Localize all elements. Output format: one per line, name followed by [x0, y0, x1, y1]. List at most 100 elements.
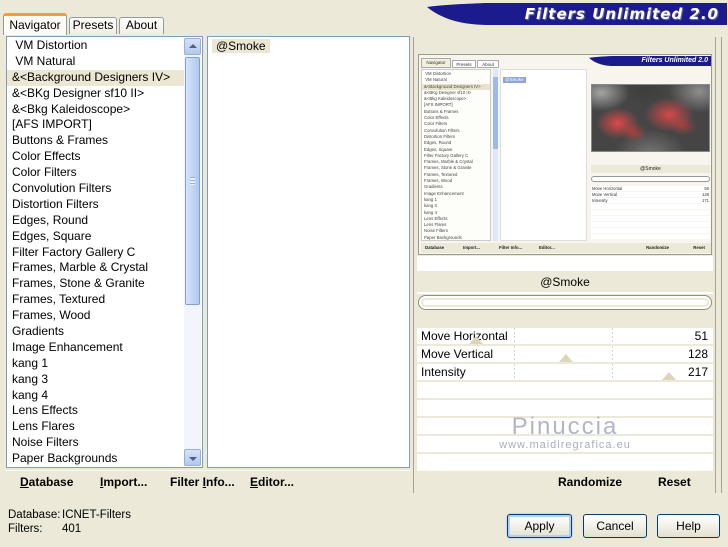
help-button[interactable]: Help: [657, 514, 720, 538]
scrollbar-thumb[interactable]: [185, 57, 200, 305]
category-item[interactable]: &<Background Designers IV>: [7, 69, 184, 86]
mini-banner-title: Filters Unlimited 2.0: [641, 57, 708, 64]
category-item[interactable]: Distortion Filters: [7, 197, 184, 213]
filters-unlimited-dialog: { "window": { "banner_title": "Filters U…: [0, 0, 728, 547]
mini-filter-name-bar: @Smoke: [591, 165, 710, 173]
category-item[interactable]: kang 4: [7, 388, 184, 404]
mini-tab-navigator: Navigator: [421, 58, 451, 68]
smoke-preview-image: [591, 84, 710, 152]
category-item[interactable]: Lens Flares: [7, 419, 184, 435]
empty-row: [591, 222, 710, 227]
empty-row: [591, 234, 710, 239]
category-list: VM Distortion VM Natural &<Background Des…: [7, 38, 184, 467]
slider-row: Move Horizontal 56: [591, 186, 710, 191]
mini-reset-button: Reset: [693, 245, 705, 250]
mini-tab-presets: Presets: [452, 60, 476, 68]
category-item[interactable]: Image Enhancement: [7, 340, 184, 356]
tab-about[interactable]: About: [119, 17, 164, 34]
category-item[interactable]: Frames, Wood: [7, 308, 184, 324]
tab-presets[interactable]: Presets: [69, 17, 117, 34]
mini-category-list: VM Distortion VM Natural &<Background Des…: [421, 69, 491, 241]
mini-menu-editor: Editor...: [539, 245, 555, 250]
filter-info-button[interactable]: Filter Info...: [170, 471, 235, 493]
spacer: [417, 256, 713, 271]
category-item[interactable]: &<Bkg Kaleidoscope>: [7, 102, 184, 118]
randomize-button[interactable]: Randomize: [558, 471, 622, 493]
editor-button[interactable]: Editor...: [250, 471, 294, 493]
category-item[interactable]: Edges, Square: [7, 229, 184, 245]
category-item[interactable]: Filter Factory Gallery C: [7, 245, 184, 261]
category-item[interactable]: &<BKg Designer sf10 II>: [7, 86, 184, 102]
category-item[interactable]: VM Natural: [7, 54, 184, 70]
category-item[interactable]: Edges, Round: [7, 213, 184, 229]
right-edge-strip: [715, 37, 722, 493]
category-item[interactable]: Gradients: [7, 324, 184, 340]
category-item[interactable]: Paper Backgrounds: [7, 451, 184, 467]
filter-listbox[interactable]: @Smoke: [207, 36, 410, 468]
mini-filter-list: @Smoke: [500, 69, 587, 241]
slider-thumb-icon[interactable]: [469, 336, 484, 344]
filter-name-bar: @Smoke: [417, 272, 713, 292]
category-item[interactable]: Color Effects: [7, 149, 184, 165]
mini-scrollbar: [493, 69, 498, 241]
preview-button-bar: Randomize Reset: [417, 470, 713, 493]
category-item[interactable]: kang 3: [7, 372, 184, 388]
empty-row: [591, 210, 710, 215]
category-item[interactable]: kang 1: [7, 356, 184, 372]
cancel-button[interactable]: Cancel: [583, 514, 647, 538]
mini-filter-item-smoke: @Smoke: [503, 77, 526, 83]
filters-count-label: Filters:: [8, 523, 43, 535]
slider-thumb-icon[interactable]: [661, 372, 676, 380]
category-item[interactable]: Frames, Textured: [7, 292, 184, 308]
category-listbox[interactable]: VM Distortion VM Natural &<Background Des…: [6, 36, 203, 468]
empty-row: [417, 454, 713, 470]
reset-button[interactable]: Reset: [658, 471, 691, 493]
watermark-url: www.maidiregrafica.eu: [499, 439, 631, 451]
mini-menu-database: Database: [425, 245, 445, 250]
mini-menu-import: Import...: [463, 245, 480, 250]
category-item[interactable]: Convolution Filters: [7, 181, 184, 197]
category-item: Paper Backgrounds: [424, 234, 462, 240]
tab-about-label: About: [125, 18, 158, 32]
import-button[interactable]: Import...: [100, 471, 147, 493]
banner-title: Filters Unlimited 2.0: [524, 5, 719, 23]
empty-row: [591, 204, 710, 209]
scroll-up-icon[interactable]: [184, 38, 201, 55]
scroll-down-icon[interactable]: [184, 449, 201, 466]
tab-presets-label: Presets: [72, 18, 114, 32]
mini-bottom-bar: Database Import... Filter Info... Editor…: [421, 243, 711, 253]
category-item[interactable]: Lens Effects: [7, 403, 184, 419]
database-menu-bar: Database Import... Filter Info... Editor…: [5, 470, 410, 493]
category-item[interactable]: Color Filters: [7, 165, 184, 181]
preview-thumbnail: Filters Unlimited 2.0 Navigator Presets …: [418, 54, 712, 255]
slider-row[interactable]: Intensity 217: [417, 364, 713, 380]
category-item[interactable]: Buttons & Frames: [7, 133, 184, 149]
slider-row[interactable]: Move Horizontal 51: [417, 328, 713, 344]
tab-navigator[interactable]: Navigator: [3, 13, 67, 35]
category-item[interactable]: Frames, Stone & Granite: [7, 276, 184, 292]
filter-item-smoke[interactable]: @Smoke: [212, 39, 270, 53]
database-button[interactable]: Database: [20, 471, 73, 493]
tab-navigator-label: Navigator: [9, 18, 61, 32]
slider-row[interactable]: Move Vertical 128: [417, 346, 713, 362]
mini-slider-rows: Move Horizontal 56 Move Vertical 128 Intensi…: [591, 186, 710, 240]
slider-row: Move Vertical 128: [591, 192, 710, 197]
filters-count-value: 401: [62, 523, 82, 535]
vertical-divider: [413, 37, 414, 493]
progress-bar: [418, 295, 712, 310]
category-item[interactable]: VM Distortion: [7, 38, 184, 54]
category-item[interactable]: [AFS IMPORT]: [7, 117, 184, 133]
mini-tab-about: About: [477, 60, 499, 68]
watermark-name: Pinuccia: [511, 413, 619, 440]
title-banner: Filters Unlimited 2.0: [427, 3, 727, 25]
category-item[interactable]: Frames, Marble & Crystal: [7, 260, 184, 276]
category-scrollbar[interactable]: [184, 38, 201, 466]
slider-row: Intensity 171: [591, 198, 710, 203]
category-item[interactable]: Noise Filters: [7, 435, 184, 451]
mini-randomize-button: Randomize: [646, 245, 669, 250]
database-status-value: ICNET-Filters: [62, 509, 131, 521]
category-item: &<Background Designers IV>: [422, 83, 490, 90]
slider-thumb-icon[interactable]: [558, 354, 573, 362]
spacer: [417, 292, 713, 294]
apply-button[interactable]: Apply: [507, 514, 572, 538]
